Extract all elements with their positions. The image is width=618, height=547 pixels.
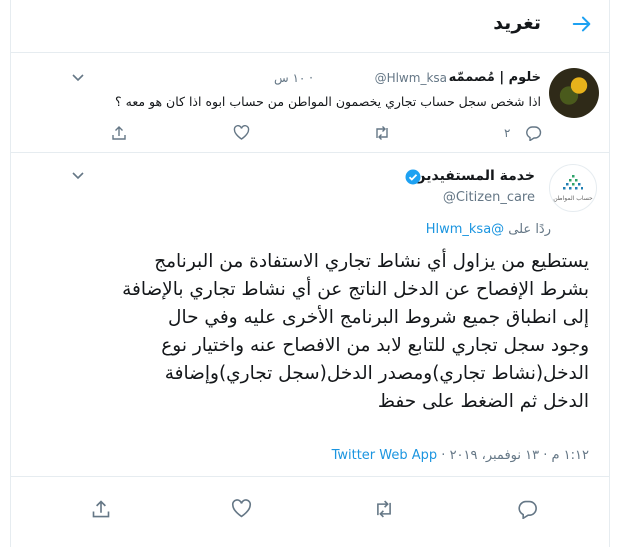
retweet-icon[interactable] — [373, 499, 395, 519]
verified-badge-icon — [405, 169, 421, 185]
like-icon[interactable] — [231, 499, 252, 519]
parent-tweet[interactable]: خلوم | مُصممّه @Hlwm_ksa · ١٠ س اذا شخص … — [11, 52, 609, 153]
tweet-text-line: وجود سجل تجاري للتابع لابد من الافصاح عن… — [161, 335, 589, 356]
tweet-timestamp: ١:١٢ م · ١٣ نوفمبر، ٢٠١٩ · Twitter Web A… — [332, 448, 589, 463]
focused-tweet: حساب المواطن خدمة المستفيدين @Citizen_ca… — [11, 152, 609, 547]
reply-icon[interactable] — [517, 499, 538, 519]
author-name[interactable]: خلوم | مُصممّه — [449, 70, 541, 85]
tweet-text: اذا شخص سجل حساب تجاري يخصمون المواطن من… — [115, 94, 541, 109]
replying-to-label: ردًا على — [504, 222, 551, 237]
author-handle[interactable]: @Hlwm_ksa — [375, 71, 447, 85]
tweet-actions — [11, 476, 609, 537]
reply-count: ٢ — [504, 126, 511, 140]
share-icon[interactable] — [91, 499, 111, 519]
share-icon[interactable] — [111, 125, 127, 141]
tweet-thread-panel: تغريد خلوم | مُصممّه @Hlwm_ksa · ١٠ س اذ… — [10, 0, 610, 547]
chevron-down-icon[interactable] — [71, 168, 85, 182]
tweet-time[interactable]: ١:١٢ م · ١٣ نوفمبر، ٢٠١٩ · — [437, 448, 589, 463]
avatar-logo-text: حساب المواطن — [553, 195, 593, 202]
citizen-account-logo-icon — [563, 175, 583, 190]
like-icon[interactable] — [233, 125, 250, 141]
tweet-time[interactable]: · ١٠ س — [274, 71, 313, 85]
page-title: تغريد — [493, 12, 541, 34]
chevron-down-icon[interactable] — [71, 70, 85, 84]
tweet-text: يستطيع من يزاول أي نشاط تجاري الاستفادة … — [29, 248, 589, 416]
retweet-icon[interactable] — [373, 125, 391, 141]
tweet-text-line: الدخل ثم الضغط على حفظ — [377, 391, 589, 412]
replying-to: ردًا على @Hlwm_ksa — [426, 222, 551, 237]
avatar[interactable] — [549, 68, 599, 118]
tweet-text-line: الدخل(نشاط تجاري)ومصدر الدخل(سجل تجاري)و… — [164, 363, 589, 384]
tweet-text-line: بشرط الإفصاح عن الدخل الناتج عن أي نشاط … — [122, 279, 589, 300]
avatar[interactable]: حساب المواطن — [549, 164, 597, 212]
page-header: تغريد — [11, 0, 609, 53]
mention-link[interactable]: @Hlwm_ksa — [426, 222, 504, 237]
arrow-right-icon[interactable] — [571, 13, 593, 35]
author-handle[interactable]: @Citizen_care — [443, 190, 535, 205]
source-app-link[interactable]: Twitter Web App — [332, 448, 438, 463]
tweet-text-line: يستطيع من يزاول أي نشاط تجاري الاستفادة … — [154, 251, 589, 272]
tweet-text-line: إلى انطباق جميع شروط البرنامج الأخرى علي… — [168, 307, 589, 328]
author-name[interactable]: خدمة المستفيدين — [414, 168, 535, 184]
reply-icon[interactable] — [525, 125, 542, 141]
